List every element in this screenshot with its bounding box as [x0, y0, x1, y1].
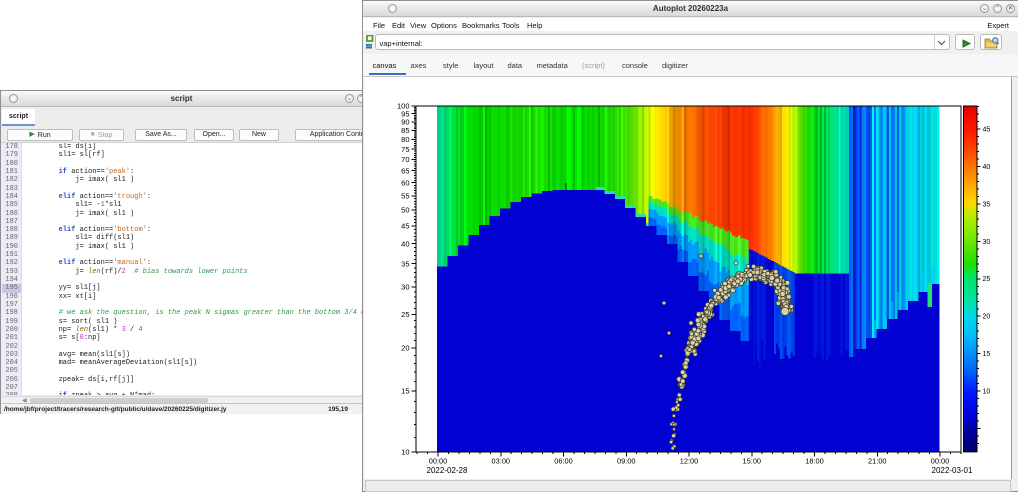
- svg-text:12:00: 12:00: [680, 457, 699, 466]
- svg-text:30: 30: [401, 282, 409, 291]
- svg-text:35: 35: [983, 201, 991, 208]
- svg-text:15: 15: [401, 387, 409, 396]
- svg-text:30: 30: [983, 239, 991, 246]
- svg-text:20: 20: [983, 314, 991, 321]
- svg-text:25: 25: [401, 310, 409, 319]
- svg-text:10: 10: [983, 389, 991, 396]
- svg-text:100: 100: [397, 102, 410, 111]
- svg-text:45: 45: [401, 222, 409, 231]
- svg-text:2022-03-01: 2022-03-01: [932, 466, 973, 475]
- svg-text:10: 10: [401, 448, 409, 457]
- svg-text:21:00: 21:00: [868, 457, 887, 466]
- svg-text:00:00: 00:00: [429, 457, 448, 466]
- svg-text:65: 65: [401, 166, 409, 175]
- svg-text:15: 15: [983, 351, 991, 358]
- svg-text:90: 90: [401, 117, 409, 126]
- svg-text:55: 55: [401, 191, 409, 200]
- svg-text:60: 60: [401, 178, 409, 187]
- svg-text:03:00: 03:00: [492, 457, 511, 466]
- svg-text:35: 35: [401, 259, 409, 268]
- svg-text:06:00: 06:00: [554, 457, 573, 466]
- svg-text:25: 25: [983, 276, 991, 283]
- svg-text:85: 85: [401, 126, 409, 135]
- svg-text:20: 20: [401, 343, 409, 352]
- svg-text:40: 40: [983, 164, 991, 171]
- svg-text:80: 80: [401, 135, 409, 144]
- svg-text:00:00: 00:00: [931, 457, 950, 466]
- svg-text:2022-02-28: 2022-02-28: [427, 466, 468, 475]
- svg-text:09:00: 09:00: [617, 457, 636, 466]
- svg-text:45: 45: [983, 126, 991, 133]
- svg-text:50: 50: [401, 206, 409, 215]
- svg-text:18:00: 18:00: [805, 457, 824, 466]
- svg-text:15:00: 15:00: [743, 457, 762, 466]
- svg-text:95: 95: [401, 109, 409, 118]
- svg-text:70: 70: [401, 155, 409, 164]
- svg-text:40: 40: [401, 239, 409, 248]
- svg-text:75: 75: [401, 145, 409, 154]
